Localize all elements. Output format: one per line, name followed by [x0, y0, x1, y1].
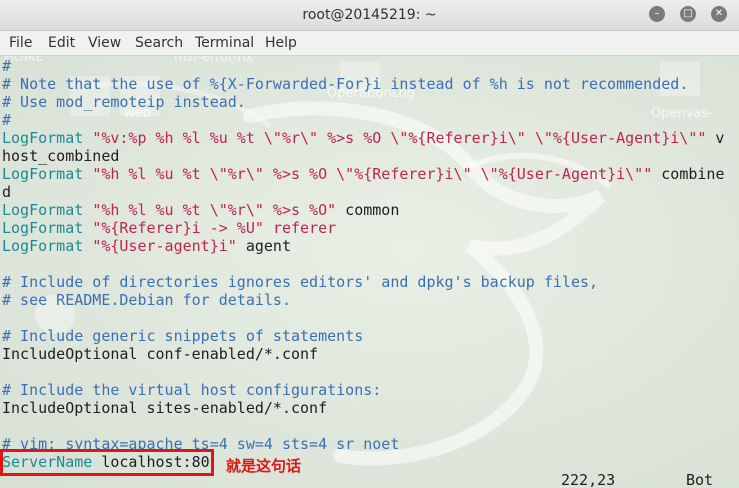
- editor-line: IncludeOptional conf-enabled/*.conf: [2, 345, 318, 363]
- editor-line: IncludeOptional sites-enabled/*.conf: [2, 399, 327, 417]
- line-segment: #: [2, 57, 12, 75]
- editor-line: # Use mod_remoteip instead.: [2, 93, 246, 111]
- highlight-box: [0, 449, 214, 476]
- line-segment: # Include generic snippets of statements: [2, 327, 364, 345]
- line-segment: IncludeOptional conf-enabled/*.conf: [2, 345, 319, 363]
- cursor-position: 222,23: [561, 471, 616, 488]
- menu-bar: File Edit View Search Terminal Help: [0, 31, 739, 56]
- minimize-icon: –: [654, 8, 660, 19]
- terminal-content[interactable]: msf-error-fix HOME web OperationLog Open…: [0, 56, 739, 488]
- editor-line: LogFormat "%{Referer}i -> %U" referer: [2, 219, 336, 237]
- terminal-window: root@20145219: ~ – □ ✕ File Edit View Se…: [0, 0, 739, 488]
- menu-terminal[interactable]: Terminal: [195, 35, 254, 51]
- editor-line: # Include of directories ignores editors…: [2, 273, 598, 291]
- menu-view[interactable]: View: [88, 35, 121, 51]
- line-segment: LogFormat: [2, 219, 84, 237]
- line-segment: LogFormat: [2, 237, 84, 255]
- line-segment: [83, 201, 92, 219]
- editor-line: LogFormat "%v:%p %h %l %u %t \"%r\" %>s …: [2, 129, 724, 147]
- editor-line: d: [2, 183, 11, 201]
- line-segment: "%{User-agent}i": [92, 237, 237, 255]
- line-segment: common: [336, 201, 400, 219]
- line-segment: IncludeOptional sites-enabled/*.conf: [2, 399, 328, 417]
- editor-line: # see README.Debian for details.: [2, 291, 291, 309]
- line-segment: [83, 129, 92, 147]
- line-segment: [83, 219, 92, 237]
- line-segment: v: [706, 129, 725, 147]
- menu-search[interactable]: Search: [135, 35, 183, 51]
- line-segment: "%{Referer}i -> %U": [92, 219, 264, 237]
- editor-line: LogFormat "%{User-agent}i" agent: [2, 237, 291, 255]
- line-segment: "%v:%p %h %l %u %t \"%r\" %>s %O \"%{Ref…: [92, 129, 707, 147]
- window-title: root@20145219: ~: [302, 7, 437, 23]
- maximize-icon: □: [683, 8, 693, 19]
- menu-edit[interactable]: Edit: [48, 35, 75, 51]
- editor-line: #: [2, 111, 11, 129]
- editor-line: #: [2, 57, 11, 75]
- editor-line: host_combined: [2, 147, 119, 165]
- desktop-label-msf-error-fix: msf-error-fix: [174, 56, 254, 65]
- line-segment: d: [2, 183, 12, 201]
- line-segment: # see README.Debian for details.: [2, 291, 291, 309]
- line-segment: LogFormat: [2, 129, 84, 147]
- line-segment: "%h %l %u %t \"%r\" %>s %O \"%{Referer}i…: [92, 165, 653, 183]
- scroll-position: Bot: [686, 471, 714, 488]
- maximize-button[interactable]: □: [680, 6, 696, 22]
- editor-line: LogFormat "%h %l %u %t \"%r\" %>s %O \"%…: [2, 165, 724, 183]
- line-segment: [264, 219, 273, 237]
- annotation-text: 就是这句话: [226, 457, 302, 475]
- menu-help[interactable]: Help: [265, 35, 297, 51]
- line-segment: referer: [272, 219, 337, 237]
- close-icon: ✕: [714, 8, 724, 19]
- line-segment: # Use mod_remoteip instead.: [2, 93, 246, 111]
- line-segment: # Include of directories ignores editors…: [2, 273, 599, 291]
- line-segment: combine: [652, 165, 725, 183]
- line-segment: LogFormat: [2, 201, 84, 219]
- close-button[interactable]: ✕: [711, 6, 727, 22]
- line-segment: "%h %l %u %t \"%r\" %>s %O": [92, 201, 337, 219]
- line-segment: host_combined: [2, 147, 120, 165]
- title-bar[interactable]: root@20145219: ~ – □ ✕: [0, 0, 739, 31]
- line-segment: LogFormat: [2, 165, 84, 183]
- editor-line: # Include the virtual host configuration…: [2, 381, 381, 399]
- menu-file[interactable]: File: [9, 35, 32, 51]
- line-segment: #: [2, 111, 12, 129]
- editor-line: LogFormat "%h %l %u %t \"%r\" %>s %O" co…: [2, 201, 399, 219]
- line-segment: [83, 165, 92, 183]
- line-segment: agent: [236, 237, 291, 255]
- editor-line: # Include generic snippets of statements: [2, 327, 363, 345]
- editor-line: # Note that the use of %{X-Forwarded-For…: [2, 75, 688, 93]
- line-segment: # Note that the use of %{X-Forwarded-For…: [2, 75, 689, 93]
- line-segment: [83, 237, 92, 255]
- kali-dragon-wallpaper: [35, 62, 700, 466]
- minimize-button[interactable]: –: [649, 6, 665, 22]
- line-segment: # Include the virtual host configuration…: [2, 381, 382, 399]
- desktop-label-openvas: Openvas-: [651, 106, 713, 121]
